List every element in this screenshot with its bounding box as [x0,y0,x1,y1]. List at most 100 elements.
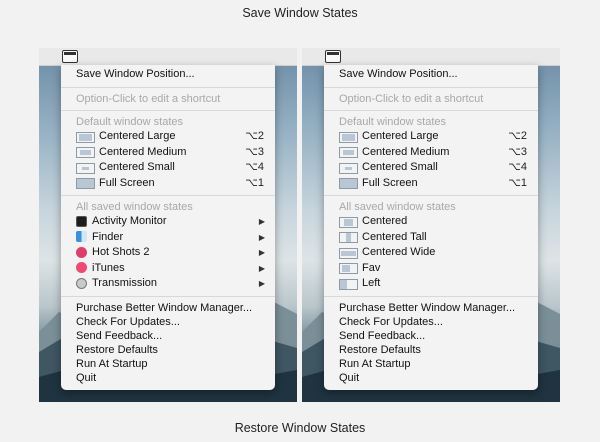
app-item-hot-shots[interactable]: Hot Shots 2 ▶ [61,245,275,261]
saved-state-fav[interactable]: Fav [324,261,538,277]
window-states-icon[interactable] [62,50,78,63]
submenu-arrow-icon: ▶ [258,248,265,257]
centered-medium-icon [76,147,95,158]
full-screen-icon [76,178,95,189]
menu-item-label: Transmission [92,277,157,289]
check-updates-item[interactable]: Check For Updates... [324,315,538,329]
shortcut-label: ⌥4 [508,161,527,173]
restore-states-panel: Save Window Position... Option-Click to … [302,48,560,402]
default-state-centered-large[interactable]: Centered Large ⌥2 [61,129,275,145]
menu-item-label: Left [362,277,381,289]
menu-item-label: Centered Medium [362,145,450,158]
menu-item-label: Activity Monitor [92,215,167,227]
default-state-full-screen[interactable]: Full Screen ⌥1 [61,176,275,192]
quit-item[interactable]: Quit [324,371,538,385]
save-states-panel: Save Window Position... Option-Click to … [39,48,297,402]
restore-defaults-item[interactable]: Restore Defaults [324,343,538,357]
default-state-centered-small[interactable]: Centered Small ⌥4 [324,160,538,176]
purchase-item[interactable]: Purchase Better Window Manager... [324,301,538,315]
save-states-menu: Save Window Position... Option-Click to … [61,65,275,390]
menu-item-label: Centered Large [362,130,439,142]
menu-item-label: Centered Tall [362,230,427,243]
shortcut-label: ⌥2 [245,130,264,142]
centered-icon [339,216,358,228]
run-at-startup-item[interactable]: Run At Startup [61,357,275,371]
app-item-finder[interactable]: Finder ▶ [61,230,275,246]
fav-icon [339,263,358,274]
window-states-icon[interactable] [325,50,341,63]
default-state-centered-large[interactable]: Centered Large ⌥2 [324,129,538,145]
default-state-centered-medium[interactable]: Centered Medium ⌥3 [61,145,275,161]
restore-states-menu: Save Window Position... Option-Click to … [324,65,538,390]
purchase-item[interactable]: Purchase Better Window Manager... [61,301,275,315]
run-at-startup-item[interactable]: Run At Startup [324,357,538,371]
finder-icon [76,231,87,242]
submenu-arrow-icon: ▶ [258,217,265,226]
menu-item-label: Fav [362,261,381,274]
option-click-hint: Option-Click to edit a shortcut [76,93,221,105]
default-states-header: Default window states [339,116,446,128]
centered-wide-icon [339,247,358,259]
menu-item-label: iTunes [92,261,125,274]
menu-item-label: Centered Medium [99,145,187,158]
app-item-itunes[interactable]: iTunes ▶ [61,261,275,277]
centered-large-icon [339,131,358,143]
menu-item-label: Centered Large [99,130,176,142]
shortcut-label: ⌥1 [508,176,527,189]
shortcut-label: ⌥2 [508,130,527,142]
caption-restore-window-states: Restore Window States [234,421,366,435]
menu-separator [61,110,275,111]
menu-separator [324,195,538,196]
submenu-arrow-icon: ▶ [258,279,265,288]
save-window-position-item[interactable]: Save Window Position... [324,66,538,83]
menu-bar [39,48,297,66]
menu-separator [61,87,275,88]
menu-separator [324,110,538,111]
activity-monitor-icon [76,215,87,227]
saved-state-centered-tall[interactable]: Centered Tall [324,230,538,246]
transmission-icon [76,277,87,289]
menu-separator [61,195,275,196]
centered-medium-icon [339,147,358,158]
menu-item-label: Full Screen [362,176,418,189]
saved-state-centered-wide[interactable]: Centered Wide [324,245,538,261]
menu-separator [61,295,275,297]
shortcut-label: ⌥3 [245,145,264,158]
app-item-activity-monitor[interactable]: Activity Monitor ▶ [61,214,275,230]
save-window-position-item[interactable]: Save Window Position... [61,66,275,83]
app-item-transmission[interactable]: Transmission ▶ [61,276,275,292]
shortcut-label: ⌥4 [245,161,264,173]
menu-item-label: Full Screen [99,176,155,189]
shortcut-label: ⌥3 [508,145,527,158]
centered-tall-icon [339,232,358,243]
quit-item[interactable]: Quit [61,371,275,385]
saved-states-header: All saved window states [76,201,193,213]
saved-state-centered[interactable]: Centered [324,214,538,230]
default-state-full-screen[interactable]: Full Screen ⌥1 [324,176,538,192]
centered-small-icon [339,162,358,174]
default-state-centered-medium[interactable]: Centered Medium ⌥3 [324,145,538,161]
restore-defaults-item[interactable]: Restore Defaults [61,343,275,357]
submenu-arrow-icon: ▶ [258,232,265,242]
full-screen-icon [339,178,358,189]
shortcut-label: ⌥1 [245,176,264,189]
menu-separator [324,295,538,297]
saved-state-left[interactable]: Left [324,276,538,292]
check-updates-item[interactable]: Check For Updates... [61,315,275,329]
menu-item-label: Centered [362,215,408,227]
centered-small-icon [76,162,95,174]
hot-shots-icon [76,246,87,258]
send-feedback-item[interactable]: Send Feedback... [324,329,538,343]
menu-separator [324,87,538,88]
option-click-hint: Option-Click to edit a shortcut [339,93,484,105]
menu-item-label: Finder [92,230,124,243]
menu-item-label: Hot Shots 2 [92,246,150,258]
menu-item-label: Centered Small [362,161,438,173]
default-state-centered-small[interactable]: Centered Small ⌥4 [61,160,275,176]
menu-item-label: Centered Small [99,161,175,173]
centered-large-icon [76,131,95,143]
send-feedback-item[interactable]: Send Feedback... [61,329,275,343]
itunes-icon [76,262,87,273]
saved-states-header: All saved window states [339,201,456,213]
caption-save-window-states: Save Window States [242,6,358,20]
